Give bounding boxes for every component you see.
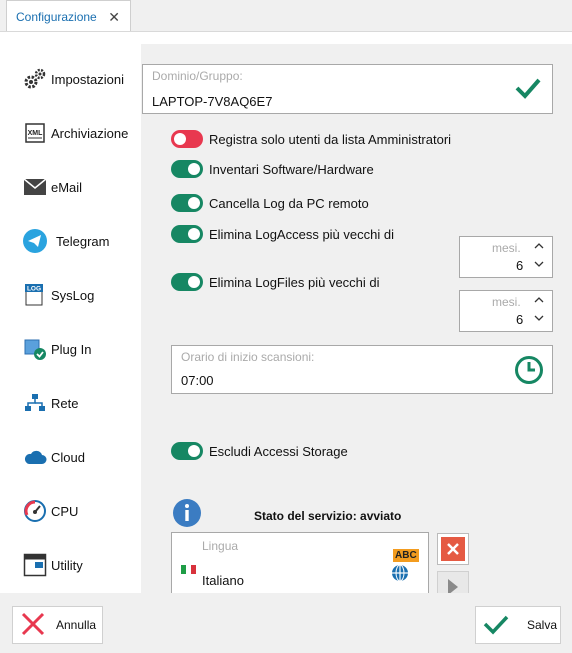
save-label: Salva xyxy=(527,618,558,632)
sidebar-item-label: Telegram xyxy=(56,233,110,249)
window-icon xyxy=(22,552,48,578)
translate-icon[interactable]: ABC xyxy=(390,549,419,582)
toggle-registra[interactable] xyxy=(171,130,203,148)
checkmark-icon[interactable] xyxy=(514,75,542,104)
sidebar-item-telegram[interactable]: Telegram xyxy=(0,216,141,266)
sidebar-item-label: SysLog xyxy=(51,287,95,303)
gears-icon xyxy=(22,66,48,92)
sidebar-item-label: Utility xyxy=(51,557,83,573)
toggle-cancella-label: Cancella Log da PC remoto xyxy=(209,195,369,211)
telegram-icon xyxy=(22,228,48,254)
service-status: Stato del servizio: avviato xyxy=(254,509,402,523)
sidebar-item-cpu[interactable]: CPU xyxy=(0,486,141,536)
chevron-up-icon[interactable] xyxy=(534,293,544,307)
toggle-elimina-files-row[interactable]: Elimina LogFiles più vecchi di xyxy=(171,271,380,293)
toggle-escludi[interactable] xyxy=(171,442,203,460)
months-access-spinner[interactable]: mesi. 6 xyxy=(459,236,553,278)
chevron-down-icon[interactable] xyxy=(534,311,544,325)
green-check-icon xyxy=(483,613,509,638)
network-icon xyxy=(22,390,48,416)
xml-icon-text: XML xyxy=(28,130,44,137)
toggle-registra-label: Registra solo utenti da lista Amministra… xyxy=(209,131,452,147)
toggle-escludi-row[interactable]: Escludi Accessi Storage xyxy=(171,440,348,462)
clock-icon[interactable] xyxy=(514,355,544,388)
toggle-elimina-access[interactable] xyxy=(171,225,203,243)
schedule-value: 07:00 xyxy=(181,373,214,388)
cancel-label: Annulla xyxy=(56,618,97,632)
sidebar-item-rete[interactable]: Rete xyxy=(0,378,141,428)
sidebar: Impostazioni XML Archiviazione eMail Tel… xyxy=(0,32,141,594)
envelope-icon xyxy=(22,174,48,200)
months-value: 6 xyxy=(516,312,524,327)
italy-flag-icon xyxy=(181,565,196,574)
schedule-placeholder: Orario di inizio scansioni: xyxy=(181,350,315,364)
sidebar-item-cloud[interactable]: Cloud xyxy=(0,432,141,482)
domain-value: LAPTOP-7V8AQ6E7 xyxy=(152,94,273,109)
tab-bar: Configurazione ✕ xyxy=(0,0,572,32)
toggle-escludi-label: Escludi Accessi Storage xyxy=(209,443,348,459)
months-value: 6 xyxy=(516,258,524,273)
toggle-inventari[interactable] xyxy=(171,160,203,178)
red-x-icon xyxy=(21,612,45,639)
sidebar-item-impostazioni[interactable]: Impostazioni xyxy=(0,54,141,104)
toggle-elimina-files[interactable] xyxy=(171,273,203,291)
sidebar-item-label: Cloud xyxy=(51,449,85,465)
plugin-icon xyxy=(22,336,48,362)
sidebar-item-label: eMail xyxy=(51,179,83,195)
main-frame: Impostazioni XML Archiviazione eMail Tel… xyxy=(0,31,572,604)
toggle-elimina-access-label: Elimina LogAccess più vecchi di xyxy=(209,226,394,242)
sidebar-item-plugin[interactable]: Plug In xyxy=(0,324,141,374)
sidebar-item-syslog[interactable]: LOG SysLog xyxy=(0,270,141,320)
info-icon[interactable] xyxy=(172,498,202,531)
gauge-icon xyxy=(22,498,48,524)
tab-title: Configurazione xyxy=(16,9,97,24)
delete-button[interactable] xyxy=(437,533,469,565)
bottom-bar: Annulla Salva xyxy=(0,593,572,653)
toggle-elimina-files-label: Elimina LogFiles più vecchi di xyxy=(209,274,380,290)
toggle-registra-row[interactable]: Registra solo utenti da lista Amministra… xyxy=(171,128,451,150)
toggle-inventari-label: Inventari Software/Hardware xyxy=(209,161,374,177)
sidebar-item-label: CPU xyxy=(51,503,79,519)
language-placeholder: Lingua xyxy=(202,539,239,553)
sidebar-item-utility[interactable]: Utility xyxy=(0,540,141,590)
toggle-inventari-row[interactable]: Inventari Software/Hardware xyxy=(171,158,374,180)
months-placeholder: mesi. xyxy=(492,241,521,255)
language-value: Italiano xyxy=(202,573,244,588)
chevron-down-icon[interactable] xyxy=(534,257,544,271)
sidebar-item-archiviazione[interactable]: XML Archiviazione xyxy=(0,108,141,158)
sidebar-item-label: Archiviazione xyxy=(51,125,129,141)
toggle-cancella[interactable] xyxy=(171,194,203,212)
months-placeholder: mesi. xyxy=(492,295,521,309)
settings-panel: Dominio/Gruppo: LAPTOP-7V8AQ6E7 Registra… xyxy=(141,44,572,604)
sidebar-item-label: Plug In xyxy=(51,341,92,357)
log-icon-text: LOG xyxy=(27,286,41,293)
save-button[interactable]: Salva xyxy=(475,606,561,644)
months-files-spinner[interactable]: mesi. 6 xyxy=(459,290,553,332)
xml-file-icon: XML xyxy=(22,120,48,146)
abc-badge: ABC xyxy=(393,549,419,562)
sidebar-item-label: Impostazioni xyxy=(51,71,124,87)
toggle-elimina-access-row[interactable]: Elimina LogAccess più vecchi di xyxy=(171,223,394,245)
domain-field[interactable]: Dominio/Gruppo: LAPTOP-7V8AQ6E7 xyxy=(142,64,553,114)
log-file-icon: LOG xyxy=(22,282,48,308)
sidebar-item-email[interactable]: eMail xyxy=(0,162,141,212)
domain-placeholder: Dominio/Gruppo: xyxy=(152,69,243,83)
cloud-icon xyxy=(22,444,48,470)
x-icon xyxy=(441,537,465,561)
sidebar-item-label: Rete xyxy=(51,395,79,411)
tab-configurazione[interactable]: Configurazione ✕ xyxy=(6,0,131,32)
chevron-up-icon[interactable] xyxy=(534,239,544,253)
schedule-field[interactable]: Orario di inizio scansioni: 07:00 xyxy=(171,345,553,394)
close-icon[interactable]: ✕ xyxy=(108,9,120,26)
cancel-button[interactable]: Annulla xyxy=(12,606,103,644)
toggle-cancella-row[interactable]: Cancella Log da PC remoto xyxy=(171,192,369,214)
